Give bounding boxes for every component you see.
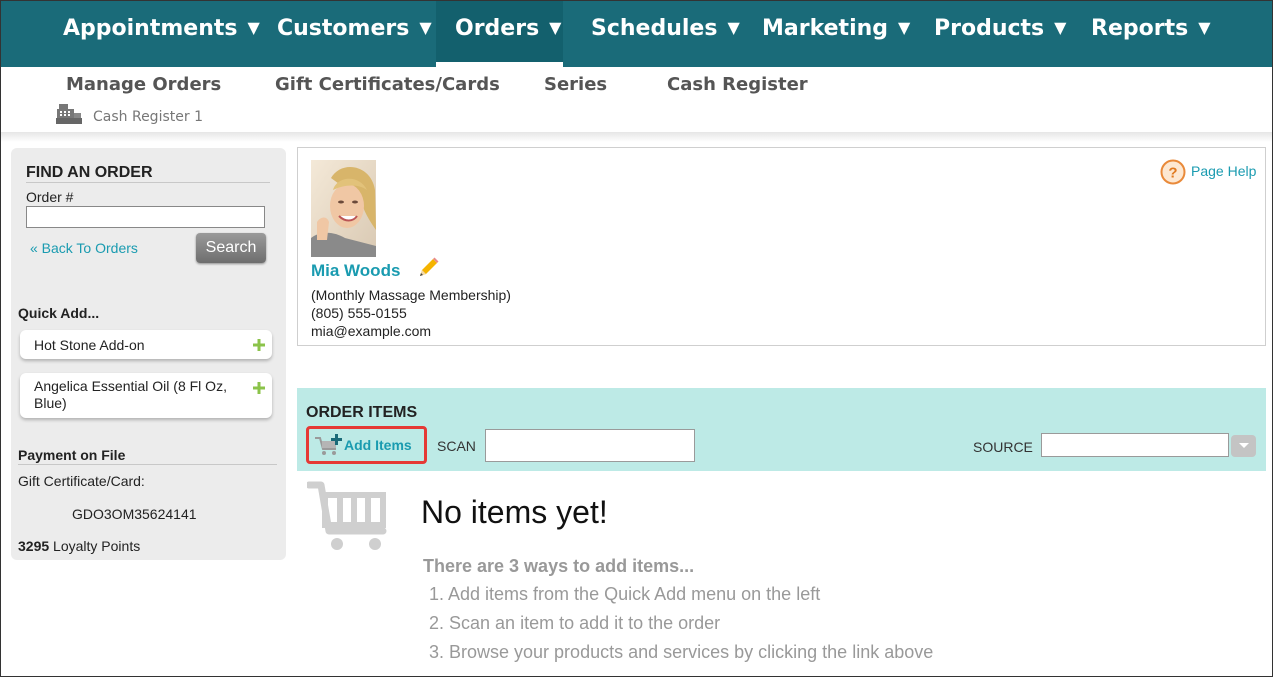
nav-label: Marketing — [762, 16, 889, 41]
divider — [26, 182, 270, 183]
nav-marketing[interactable]: Marketing ▼ — [762, 1, 910, 67]
payment-on-file-title: Payment on File — [18, 447, 126, 463]
subnav-cash-register[interactable]: Cash Register — [667, 74, 808, 95]
pencil-icon[interactable] — [416, 256, 440, 280]
gift-card-code: GDO3OM35624141 — [72, 506, 197, 522]
page-help-label: Page Help — [1191, 163, 1257, 179]
loyalty-points: 3295 Loyalty Points — [18, 538, 140, 554]
nav-reports[interactable]: Reports ▼ — [1091, 1, 1211, 67]
cart-icon — [307, 481, 387, 550]
add-items-button[interactable]: Add Items — [306, 426, 427, 464]
nav-label: Reports — [1091, 16, 1189, 41]
plus-icon — [253, 339, 265, 351]
empty-state-way: 1. Add items from the Quick Add menu on … — [429, 584, 821, 604]
customer-email: mia@example.com — [311, 323, 432, 339]
loyalty-points-value: 3295 — [18, 538, 50, 554]
customer-membership: (Monthly Massage Membership) — [311, 287, 511, 303]
back-to-orders-link[interactable]: « Back To Orders — [30, 240, 138, 256]
find-order-title: FIND AN ORDER — [26, 164, 153, 181]
empty-state-way: 3. Browse your products and services by … — [429, 642, 934, 662]
help-icon: ? — [1160, 159, 1186, 185]
divider — [18, 464, 277, 465]
order-items-bar: ORDER ITEMS Add Items SCAN SOURCE — [297, 388, 1266, 471]
nav-orders[interactable]: Orders ▼ — [436, 1, 563, 67]
source-input[interactable] — [1041, 433, 1229, 457]
nav-label: Schedules — [591, 16, 718, 41]
nav-customers[interactable]: Customers ▼ — [277, 1, 432, 67]
order-number-label: Order # — [26, 189, 74, 205]
caret-down-icon: ▼ — [1198, 18, 1211, 37]
cash-register-icon — [56, 104, 82, 124]
caret-down-icon: ▼ — [419, 18, 432, 37]
gift-card-label: Gift Certificate/Card: — [18, 473, 145, 489]
empty-state-title: No items yet! — [421, 494, 608, 530]
empty-state-way: 2. Scan an item to add it to the order — [429, 613, 721, 633]
quick-add-item[interactable]: Hot Stone Add-on — [20, 330, 272, 359]
subnav-gift-certificates[interactable]: Gift Certificates/Cards — [275, 74, 500, 95]
quick-add-item-label: Angelica Essential Oil (8 Fl Oz, Blue) — [34, 378, 227, 411]
quick-add-item-label: Hot Stone Add-on — [34, 337, 145, 353]
cart-plus-icon — [315, 434, 342, 455]
nav-label: Customers — [277, 16, 410, 41]
top-nav: Appointments ▼ Customers ▼ Orders ▼ Schedul… — [1, 1, 1272, 67]
svg-text:?: ? — [1168, 165, 1177, 182]
nav-schedules[interactable]: Schedules ▼ — [591, 1, 740, 67]
order-number-input[interactable] — [26, 206, 265, 228]
plus-icon — [253, 382, 265, 394]
caret-down-icon: ▼ — [898, 18, 911, 37]
subnav-manage-orders[interactable]: Manage Orders — [66, 74, 221, 95]
avatar — [311, 160, 376, 257]
empty-state-subtitle: There are 3 ways to add items... — [423, 556, 695, 576]
caret-down-icon: ▼ — [1054, 18, 1067, 37]
order-items-title: ORDER ITEMS — [306, 404, 418, 421]
caret-down-icon: ▼ — [727, 18, 740, 37]
subnav-series[interactable]: Series — [544, 74, 607, 95]
divider — [1, 132, 1272, 142]
nav-appointments[interactable]: Appointments ▼ — [63, 1, 260, 67]
nav-label: Orders — [455, 16, 540, 41]
register-label: Cash Register 1 — [93, 109, 203, 125]
nav-label: Appointments — [63, 16, 238, 41]
nav-products[interactable]: Products ▼ — [934, 1, 1066, 67]
nav-label: Products — [934, 16, 1045, 41]
scan-input[interactable] — [485, 429, 695, 462]
source-label: SOURCE — [973, 439, 1033, 455]
quick-add-item[interactable]: Angelica Essential Oil (8 Fl Oz, Blue) — [20, 373, 272, 418]
add-items-label: Add Items — [344, 437, 412, 453]
quick-add-title: Quick Add... — [18, 305, 100, 321]
loyalty-points-label: Loyalty Points — [53, 538, 141, 554]
customer-name-link[interactable]: Mia Woods — [311, 261, 400, 281]
caret-down-icon: ▼ — [549, 18, 562, 37]
source-dropdown-button[interactable] — [1231, 435, 1256, 457]
search-button[interactable]: Search — [196, 233, 266, 263]
sidebar: FIND AN ORDER Order # « Back To Orders S… — [11, 148, 286, 560]
customer-panel: Mia Woods (Monthly Massage Membership) (… — [297, 147, 1266, 346]
customer-phone: (805) 555-0155 — [311, 305, 407, 321]
scan-label: SCAN — [437, 438, 476, 454]
caret-down-icon: ▼ — [247, 18, 260, 37]
chevron-down-icon — [1239, 443, 1249, 448]
